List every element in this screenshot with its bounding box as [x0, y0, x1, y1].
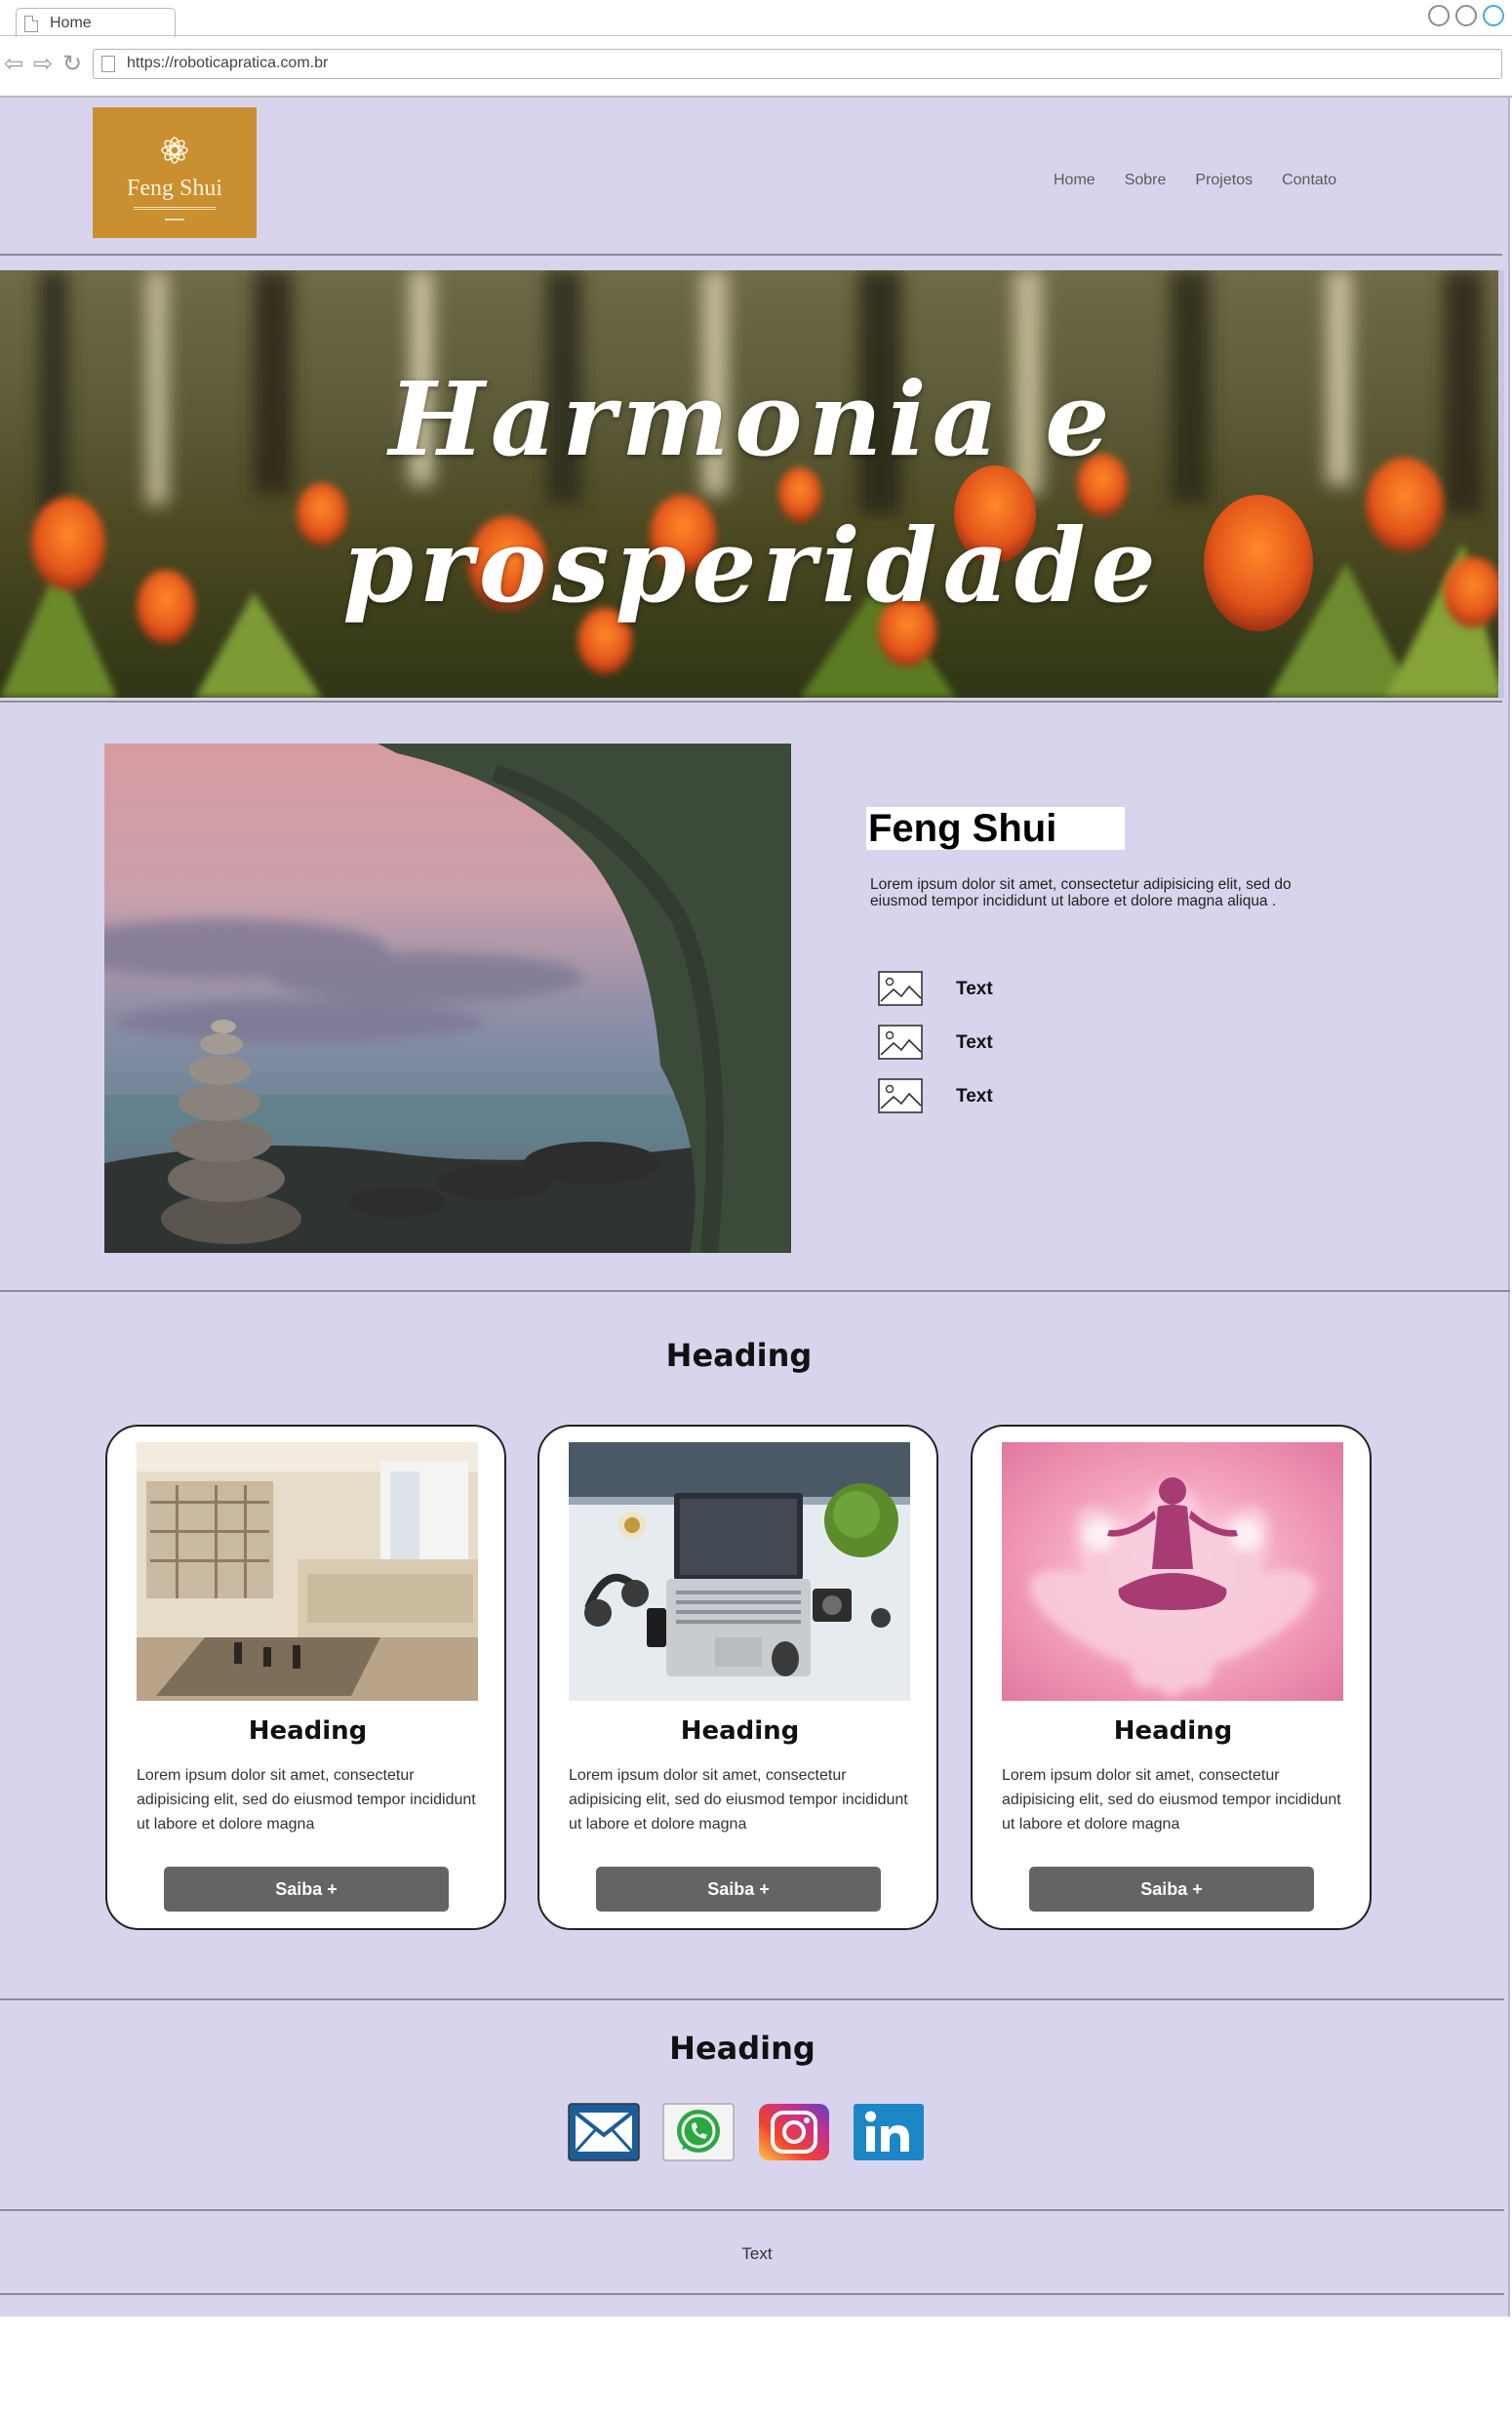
tab-strip-divider — [0, 35, 1512, 36]
browser-tab[interactable]: Home — [16, 8, 176, 37]
navigation-buttons: ⇦ ⇨ ↻ — [0, 53, 88, 76]
card-text: Lorem ipsum dolor sit amet, consectetur … — [1002, 1767, 1341, 1833]
nav-projetos[interactable]: Projetos — [1195, 172, 1253, 189]
maximize-icon[interactable] — [1455, 5, 1477, 26]
web-page: Feng Shui Home Sobre Projetos Contato Ha… — [0, 98, 1510, 2317]
tab-title: Home — [50, 15, 92, 31]
about-title: Feng Shui — [866, 807, 1125, 850]
about-text: Lorem ipsum dolor sit amet, consectetur … — [870, 876, 1292, 909]
logo-text: Feng Shui — [126, 176, 222, 201]
nav-contato[interactable]: Contato — [1282, 172, 1336, 189]
desk-workspace-image — [569, 1442, 910, 1701]
whatsapp-icon[interactable] — [662, 2103, 735, 2161]
service-card: Heading Lorem ipsum dolor sit amet, cons… — [537, 1425, 938, 1930]
hero-divider — [0, 701, 1502, 703]
hero-banner: Harmonia e prosperidade — [0, 270, 1504, 698]
main-nav: Home Sobre Projetos Contato — [1054, 172, 1366, 189]
services-heading: Heading — [665, 1337, 813, 1374]
forward-arrow-icon[interactable]: ⇨ — [29, 53, 59, 76]
logo-tagline-rule — [134, 207, 216, 210]
feature-label: Text — [956, 1086, 993, 1107]
url-text[interactable]: https://roboticapratica.com.br — [127, 55, 328, 72]
page-icon — [24, 16, 38, 32]
card-heading: Heading — [1113, 1716, 1233, 1746]
contact-divider — [0, 2209, 1504, 2211]
email-icon[interactable] — [568, 2103, 640, 2161]
image-placeholder-icon — [878, 1025, 923, 1060]
linkedin-icon[interactable] — [853, 2103, 925, 2161]
stacked-stones-image — [104, 744, 791, 1253]
card-heading: Heading — [680, 1716, 800, 1746]
card-text: Lorem ipsum dolor sit amet, consectetur … — [569, 1767, 908, 1833]
minimize-icon[interactable] — [1428, 5, 1450, 26]
browser-chrome: Home ⇦ ⇨ ↻ https://roboticapratica.com.br — [0, 0, 1512, 98]
service-card: Heading Lorem ipsum dolor sit amet, cons… — [971, 1425, 1372, 1930]
living-room-image — [137, 1442, 478, 1701]
feature-label: Text — [956, 979, 993, 999]
hero-title: Harmonia e prosperidade — [0, 346, 1504, 639]
feature-label: Text — [956, 1032, 993, 1053]
logo-dash — [165, 219, 184, 221]
back-arrow-icon[interactable]: ⇦ — [0, 53, 29, 76]
services-divider — [0, 1998, 1504, 2000]
reload-icon[interactable]: ↻ — [59, 53, 88, 76]
logo[interactable]: Feng Shui — [93, 107, 257, 238]
image-placeholder-icon — [878, 971, 923, 1006]
instagram-icon[interactable] — [758, 2103, 830, 2161]
contact-heading: Heading — [669, 2030, 816, 2067]
footer-text: Text — [741, 2244, 773, 2263]
image-placeholder-icon — [878, 1078, 923, 1113]
address-bar[interactable]: https://roboticapratica.com.br — [93, 49, 1502, 79]
card-heading: Heading — [248, 1716, 368, 1746]
saiba-mais-button[interactable]: Saiba + — [1029, 1867, 1314, 1912]
service-card: Heading Lorem ipsum dolor sit amet, cons… — [105, 1425, 506, 1930]
hero-title-line1: Harmonia e — [388, 359, 1116, 479]
about-divider — [0, 1290, 1510, 1292]
close-icon[interactable] — [1483, 5, 1504, 26]
card-text: Lorem ipsum dolor sit amet, consectetur … — [137, 1767, 476, 1833]
header-divider — [0, 254, 1502, 256]
footer-divider — [0, 2293, 1504, 2295]
nav-home[interactable]: Home — [1054, 172, 1095, 189]
page-icon — [101, 56, 115, 72]
lotus-icon — [161, 137, 188, 164]
saiba-mais-button[interactable]: Saiba + — [596, 1867, 881, 1912]
hero-title-line2: prosperidade — [342, 505, 1162, 625]
nav-sobre[interactable]: Sobre — [1125, 172, 1167, 189]
saiba-mais-button[interactable]: Saiba + — [164, 1867, 449, 1912]
meditation-lotus-image — [1002, 1442, 1343, 1701]
